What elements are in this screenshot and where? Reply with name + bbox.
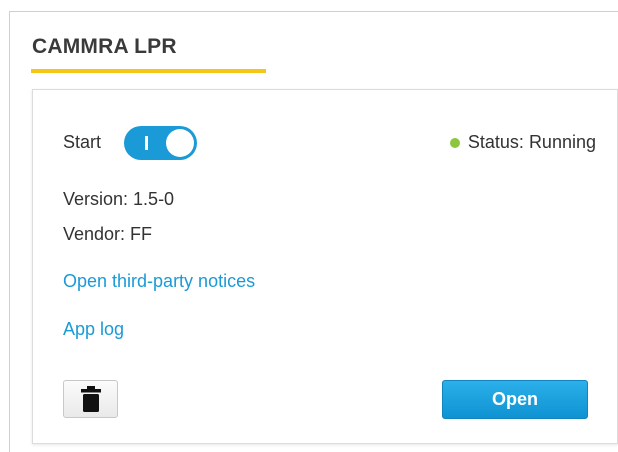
delete-button[interactable] (63, 380, 118, 418)
vendor-text: Vendor: FF (63, 224, 153, 244)
status-indicator: Status: Running (449, 132, 596, 153)
version-text: Version: 1.5-0 (63, 189, 175, 209)
app-card: Start Status: Running Version: 1.5-0 Ven… (32, 89, 618, 444)
app-log-link[interactable]: App log (63, 319, 124, 340)
start-toggle[interactable] (124, 126, 197, 160)
start-label: Start (63, 132, 102, 152)
third-party-notices-link[interactable]: Open third-party notices (63, 271, 255, 292)
trash-icon (80, 386, 101, 412)
title-underline (31, 69, 266, 73)
status-text: Status: Running (467, 132, 596, 152)
app-title: CAMMRA LPR (32, 35, 177, 58)
status-dot-icon (449, 137, 460, 148)
app-panel: CAMMRA LPR Start Status: Running Version… (9, 11, 618, 452)
open-button[interactable]: Open (442, 380, 588, 419)
toggle-on-mark (145, 136, 148, 150)
toggle-knob (166, 129, 194, 157)
